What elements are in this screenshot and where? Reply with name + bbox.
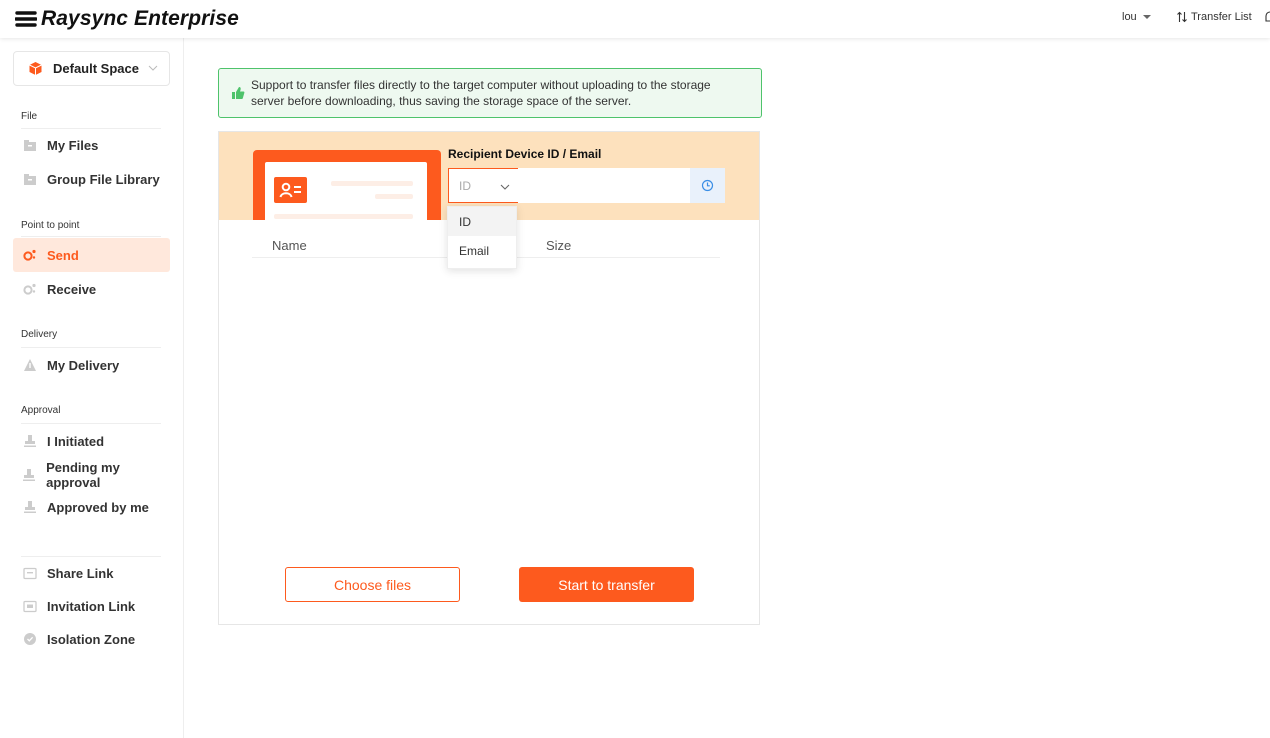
- logo-icon: [15, 11, 37, 27]
- sidebar-item-label: My Files: [47, 137, 99, 153]
- transfer-list-label: Transfer List: [1191, 11, 1252, 23]
- section-title-point-to-point: Point to point: [21, 220, 80, 231]
- choose-files-button[interactable]: Choose files: [285, 567, 460, 602]
- sidebar-item-isolation-zone[interactable]: Isolation Zone: [13, 622, 170, 656]
- space-selector[interactable]: Default Space: [13, 51, 170, 86]
- clock-icon: [701, 179, 714, 192]
- section-title-delivery: Delivery: [21, 329, 58, 340]
- transfer-arrows-icon: [1177, 11, 1187, 23]
- sidebar-item-label: Isolation Zone: [47, 631, 136, 647]
- share-link-icon: [22, 566, 37, 581]
- sidebar-item-approved-by-me[interactable]: Approved by me: [13, 490, 170, 524]
- top-bar: Raysync Enterprise lou Transfer List: [0, 0, 1270, 38]
- space-label: Default Space: [53, 61, 139, 76]
- user-name: lou: [1122, 11, 1137, 23]
- sidebar-item-label: Receive: [47, 281, 97, 297]
- receive-icon: [22, 282, 37, 297]
- transfer-list-button[interactable]: Transfer List: [1176, 11, 1252, 23]
- sidebar-item-share-link[interactable]: Share Link: [13, 556, 170, 590]
- section-divider: [21, 236, 161, 237]
- caret-down-icon: [1142, 15, 1151, 19]
- recipient-title: Recipient Device ID / Email: [448, 147, 602, 161]
- recipient-input[interactable]: [518, 168, 690, 203]
- info-notice: Support to transfer files directly to th…: [218, 68, 762, 118]
- sidebar-item-label: My Delivery: [47, 357, 120, 373]
- column-header-size: Size: [546, 238, 572, 253]
- sidebar-item-my-files[interactable]: My Files: [13, 128, 170, 162]
- sidebar-item-group-file-library[interactable]: Group File Library: [13, 162, 170, 196]
- sidebar-item-send[interactable]: Send: [13, 238, 170, 272]
- invitation-link-icon: [22, 599, 37, 614]
- chevron-down-icon: [148, 65, 158, 71]
- folder-icon: [22, 138, 37, 153]
- stamp-icon: [22, 500, 37, 515]
- sidebar-item-label: I Initiated: [47, 433, 105, 449]
- id-card-illustration: [253, 150, 441, 220]
- start-transfer-button[interactable]: Start to transfer: [519, 567, 694, 602]
- column-header-name: Name: [272, 238, 307, 253]
- user-menu[interactable]: lou: [1122, 11, 1151, 23]
- chevron-down-icon: [500, 184, 510, 190]
- dropdown-option-id[interactable]: ID: [448, 207, 516, 236]
- app-logo[interactable]: Raysync Enterprise: [15, 7, 239, 31]
- id-type-select[interactable]: ID: [448, 168, 518, 203]
- shield-icon: [22, 632, 37, 647]
- logo-text: Raysync Enterprise: [41, 7, 239, 30]
- stamp-icon: [22, 468, 36, 483]
- history-button[interactable]: [690, 168, 725, 203]
- section-title-file: File: [21, 111, 38, 122]
- thumbs-up-icon: [232, 87, 245, 99]
- sidebar-item-label: Approved by me: [47, 499, 149, 515]
- space-cube-icon: [29, 62, 42, 75]
- id-type-dropdown: ID Email: [447, 206, 517, 269]
- sidebar-item-pending-my-approval[interactable]: Pending my approval: [13, 458, 170, 492]
- sidebar: Default Space File My Files Group File L…: [0, 38, 184, 738]
- sidebar-item-i-initiated[interactable]: I Initiated: [13, 424, 170, 458]
- id-type-value: ID: [459, 178, 471, 193]
- sidebar-item-label: Send: [47, 247, 79, 263]
- sidebar-item-my-delivery[interactable]: My Delivery: [13, 348, 170, 382]
- delivery-icon: [22, 358, 37, 373]
- sidebar-item-receive[interactable]: Receive: [13, 272, 170, 306]
- sidebar-item-label: Pending my approval: [46, 460, 120, 490]
- send-icon: [22, 248, 37, 263]
- notification-icon[interactable]: [1263, 11, 1270, 24]
- section-title-approval: Approval: [21, 405, 61, 416]
- sidebar-item-invitation-link[interactable]: Invitation Link: [13, 589, 170, 623]
- id-card-avatar-icon: [274, 177, 307, 203]
- sidebar-item-label: Share Link: [47, 565, 114, 581]
- dropdown-option-email[interactable]: Email: [448, 236, 516, 265]
- folder-icon: [22, 172, 37, 187]
- stamp-icon: [22, 434, 37, 449]
- sidebar-item-label: Group File Library: [47, 171, 160, 187]
- notice-text: Support to transfer files directly to th…: [251, 78, 711, 108]
- sidebar-item-label: Invitation Link: [47, 598, 136, 614]
